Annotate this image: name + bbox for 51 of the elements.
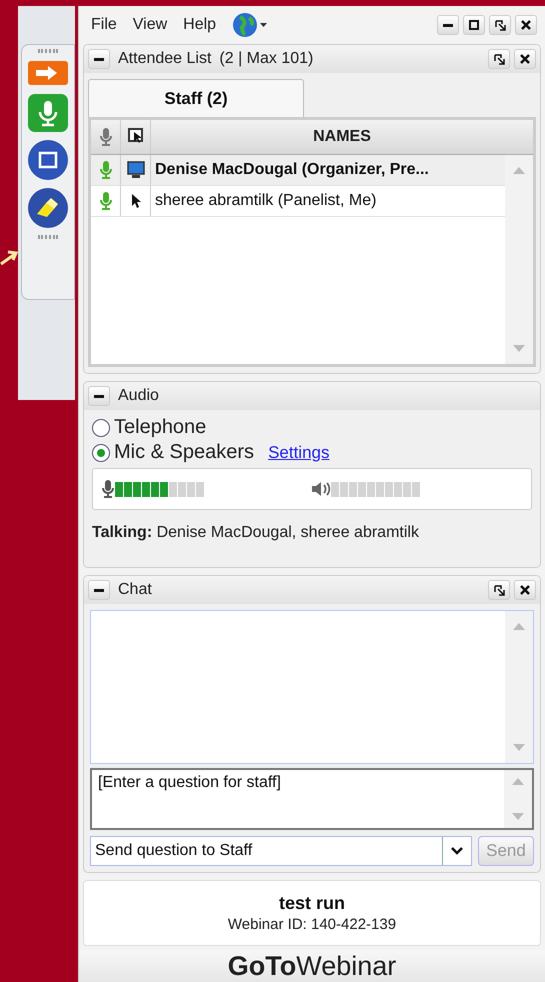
menu-item[interactable]: File	[91, 16, 117, 34]
close-button[interactable]	[515, 15, 537, 35]
panel-title: Attendee List	[118, 50, 212, 68]
close-button[interactable]	[514, 580, 536, 600]
collapse-button[interactable]	[88, 580, 110, 600]
globe-dropdown-icon[interactable]	[232, 12, 268, 38]
close-icon	[521, 20, 531, 30]
highlighter-button[interactable]	[27, 187, 69, 229]
webinar-title: test run	[278, 893, 345, 914]
attendee-name[interactable]: sheree abramtilk (Panelist, Me)	[151, 186, 376, 216]
minus-icon	[94, 588, 104, 592]
undock-button[interactable]	[488, 580, 510, 600]
collapse-button[interactable]	[88, 386, 110, 406]
menu-item[interactable]: Help	[183, 16, 216, 34]
arrow-button[interactable]	[27, 59, 69, 87]
recipient-dropdown[interactable]: Send question to Staff	[90, 836, 472, 866]
caret-icon	[451, 847, 463, 855]
webinar-id: Webinar ID: 140-422-139	[228, 916, 396, 933]
undock-icon	[494, 584, 504, 596]
screen-pointer-icon	[128, 128, 144, 146]
audio-radio-option[interactable]: Mic & Speakers	[92, 441, 254, 464]
minus-icon	[443, 24, 453, 26]
talking-status: Talking: Denise MacDougal, sheree abramtilk	[92, 524, 420, 542]
logo: GoToWebinar	[79, 950, 545, 982]
panel-title: Chat	[118, 581, 152, 599]
panel-title: Audio	[118, 387, 159, 405]
microphone-button[interactable]	[27, 93, 69, 133]
minus-icon	[94, 394, 104, 398]
undock-button[interactable]	[489, 15, 511, 35]
collapse-button[interactable]	[88, 49, 110, 69]
tab[interactable]: Staff (2)	[88, 79, 304, 117]
undock-button[interactable]	[488, 49, 510, 69]
settings-link[interactable]: Settings	[268, 442, 330, 462]
microphone-icon	[101, 479, 115, 499]
audio-radio-option[interactable]: Telephone	[92, 416, 206, 439]
menu-item[interactable]: View	[132, 16, 168, 34]
pointer-arrow-icon	[0, 248, 18, 266]
square-icon	[469, 20, 479, 30]
minus-icon	[94, 58, 104, 60]
speaker-icon	[311, 481, 331, 497]
close-icon	[520, 54, 530, 64]
maximize-button[interactable]	[463, 15, 485, 35]
column-header: NAMES	[312, 127, 372, 147]
close-icon	[520, 585, 530, 595]
microphone-icon	[98, 127, 112, 147]
minimize-button[interactable]	[437, 15, 459, 35]
screen-share-button[interactable]	[27, 139, 69, 181]
undock-icon	[494, 20, 506, 30]
close-button[interactable]	[514, 49, 536, 69]
attendee-count: (2 | Max 101)	[219, 50, 314, 68]
undock-icon	[494, 54, 504, 64]
